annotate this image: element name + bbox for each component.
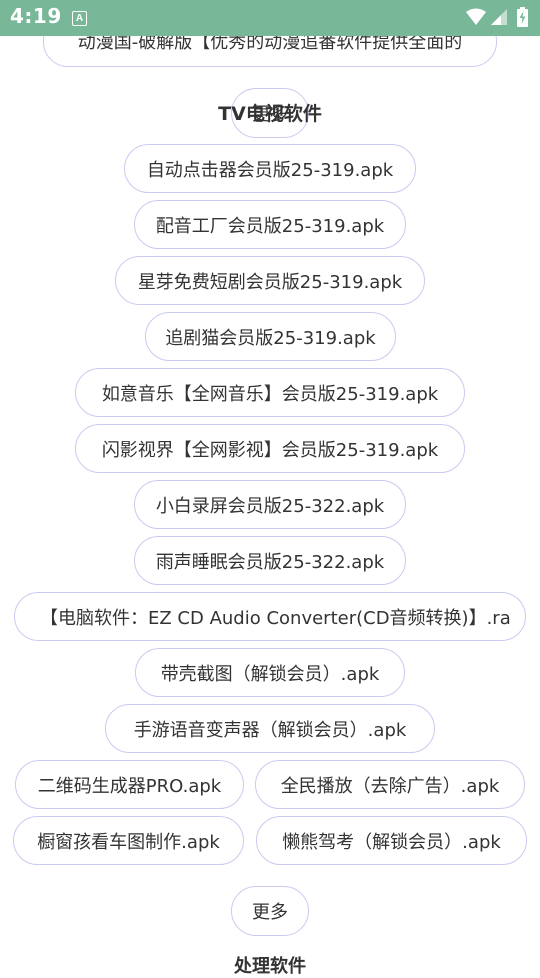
more-button[interactable]: 更多	[231, 886, 309, 936]
list-item[interactable]: 橱窗孩看车图制作.apk	[13, 816, 244, 865]
list-item[interactable]: 配音工厂会员版25-319.apk	[134, 200, 406, 249]
status-bar: 4:19 A	[0, 0, 540, 36]
list-item[interactable]: 【电脑软件：EZ CD Audio Converter(CD音频转换)】.ra	[14, 592, 526, 641]
list-item[interactable]: 手游语音变声器（解锁会员）.apk	[105, 704, 435, 753]
section-title: TV电视软件	[218, 103, 322, 125]
battery-charging-icon	[517, 7, 528, 27]
wifi-icon	[466, 8, 486, 25]
section-title: 处理软件	[234, 956, 306, 977]
a-letter-icon: A	[72, 11, 87, 26]
list-item[interactable]: 自动点击器会员版25-319.apk	[124, 144, 416, 193]
list-item[interactable]: 全民播放（去除广告）.apk	[255, 760, 525, 809]
list-item[interactable]: 闪影视界【全网影视】会员版25-319.apk	[75, 424, 465, 473]
list-item[interactable]: 带壳截图（解锁会员）.apk	[135, 648, 405, 697]
list-item[interactable]: 如意音乐【全网音乐】会员版25-319.apk	[75, 368, 465, 417]
list-item[interactable]: 二维码生成器PRO.apk	[15, 760, 244, 809]
list-item[interactable]: 懒熊驾考（解锁会员）.apk	[256, 816, 527, 865]
list-item[interactable]: 雨声睡眠会员版25-322.apk	[134, 536, 406, 585]
list-item[interactable]: 追剧猫会员版25-319.apk	[145, 312, 396, 361]
status-time: 4:19	[10, 4, 62, 28]
list-item[interactable]: 小白录屏会员版25-322.apk	[134, 480, 406, 529]
list-item[interactable]: 星芽免费短剧会员版25-319.apk	[115, 256, 425, 305]
cell-signal-icon	[491, 9, 507, 25]
